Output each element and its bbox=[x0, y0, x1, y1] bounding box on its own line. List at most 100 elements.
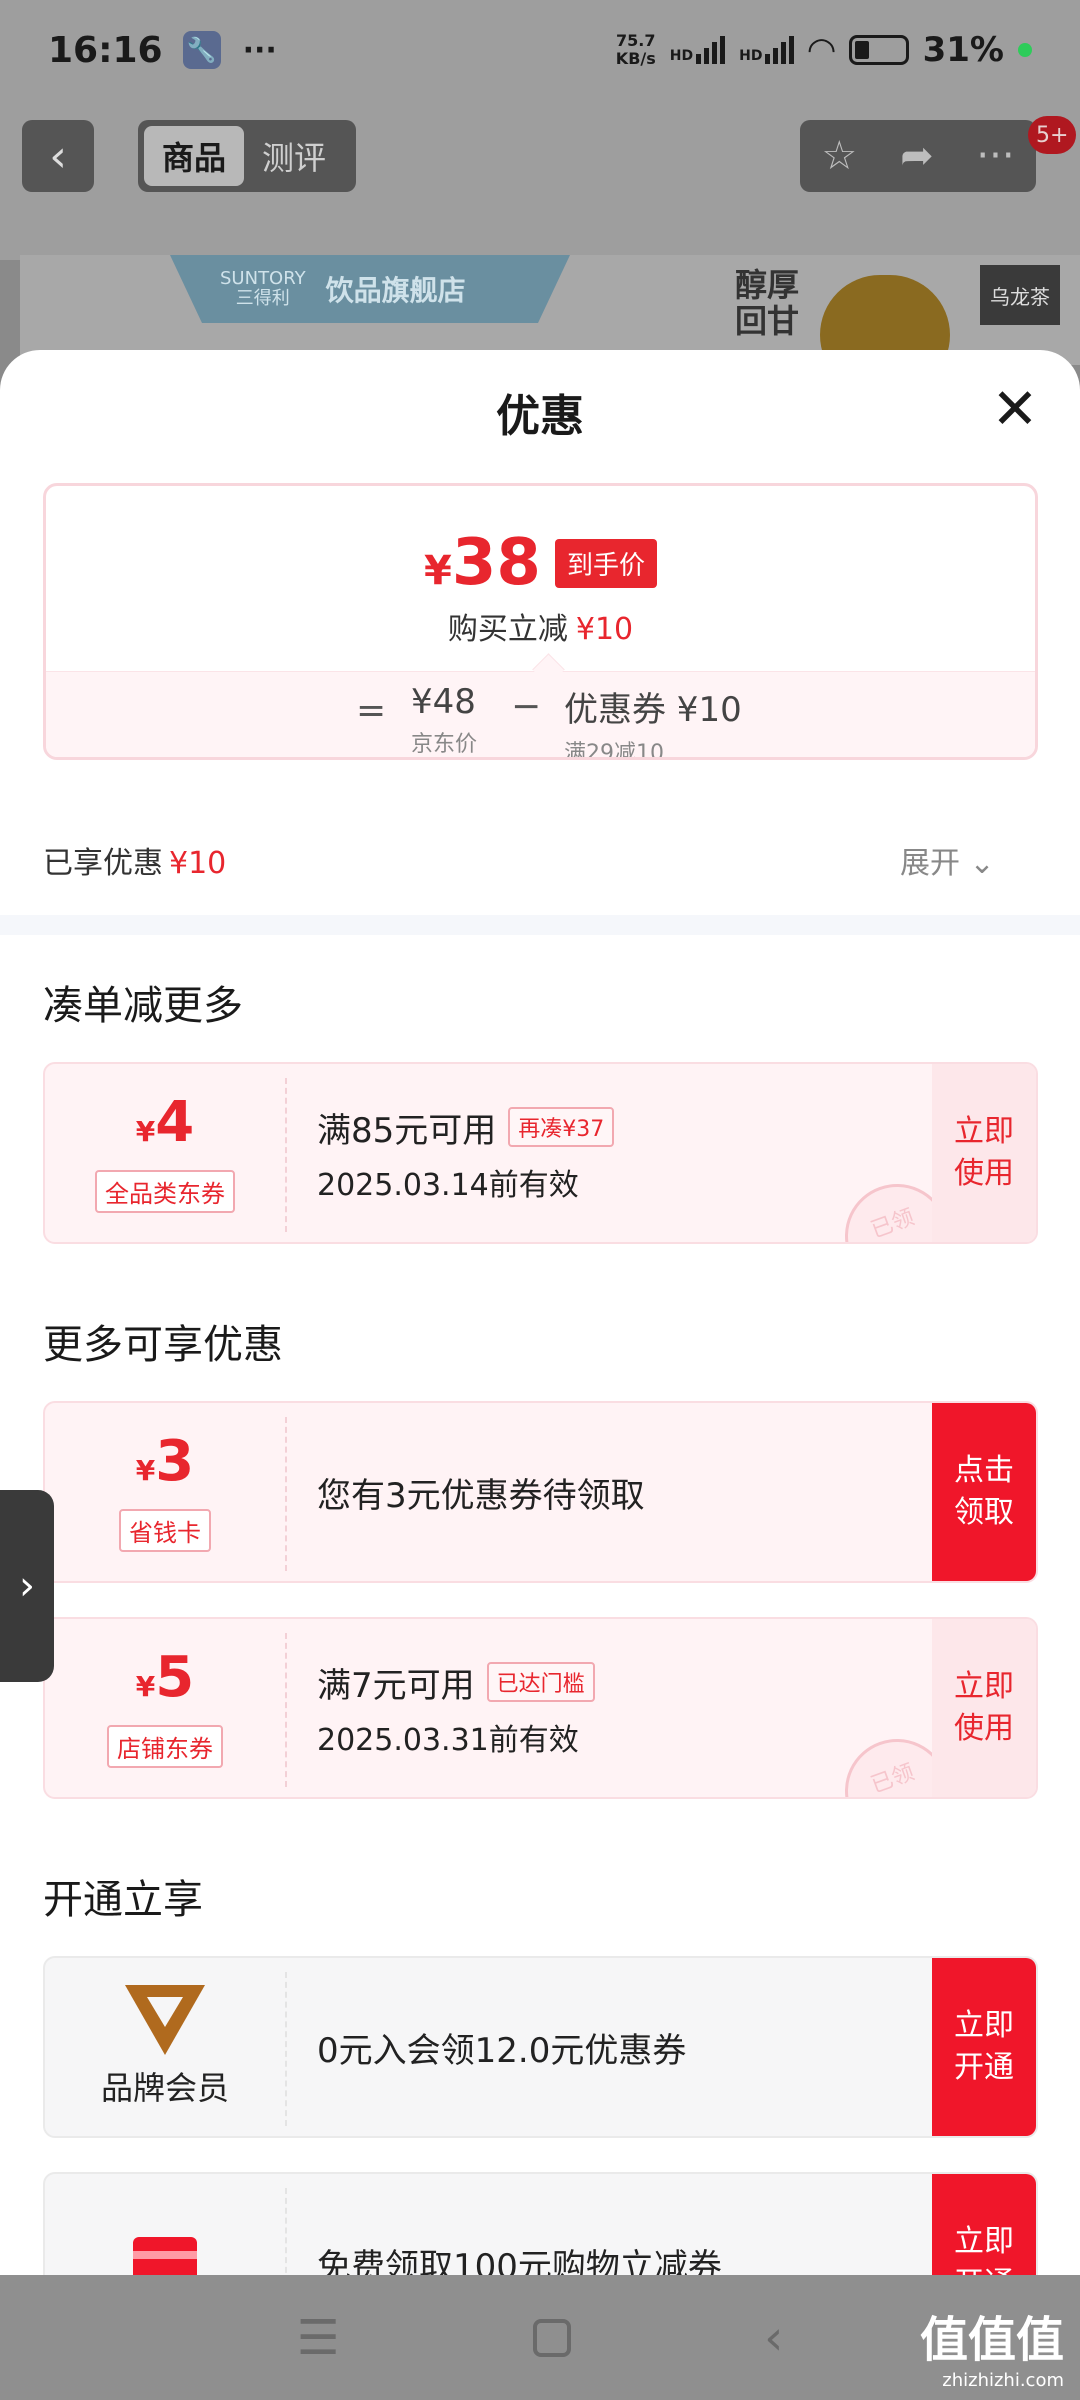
coupon-amount-value: 5 bbox=[155, 1645, 195, 1710]
net-speed-value: 75.7 bbox=[616, 31, 656, 50]
privacy-indicator-dot bbox=[1018, 43, 1032, 57]
chevron-right-icon: › bbox=[19, 1563, 35, 1609]
star-icon[interactable]: ☆ bbox=[821, 133, 857, 179]
membership-logo-block bbox=[45, 2174, 285, 2275]
watermark-url: zhizhizhi.com bbox=[942, 2370, 1065, 2391]
membership-offer: 免费领取100元购物立减券 bbox=[317, 2246, 722, 2276]
coupon-separator bbox=[285, 1633, 287, 1787]
coupon-info: 满7元可用 已达门槛 2025.03.31前有效 bbox=[317, 1619, 595, 1797]
membership-card: 免费领取100元购物立减券 立即开通 bbox=[43, 2172, 1038, 2275]
back-button[interactable]: ‹ bbox=[22, 120, 94, 192]
share-icon[interactable]: ➦ bbox=[900, 133, 934, 179]
product-header: ‹ 商品 测评 ☆ ➦ ··· 5+ bbox=[0, 100, 1080, 260]
coupon-value: 优惠券 ¥10 bbox=[564, 690, 742, 730]
slogan-line1: 醇厚 bbox=[735, 266, 800, 304]
membership-label: 品牌会员 bbox=[100, 2069, 229, 2107]
coupon-currency: ¥ bbox=[135, 1670, 156, 1703]
status-right: 75.7 KB/s HD HD ◠ 31% bbox=[616, 30, 1032, 70]
coupon-card: ¥4 全品类东券 满85元可用 再凑¥37 2025.03.14前有效 已领 立即… bbox=[43, 1062, 1038, 1244]
tab-switcher: 商品 测评 bbox=[138, 120, 356, 192]
coupon-separator bbox=[285, 1972, 287, 2126]
coupon-amount: ¥4 bbox=[136, 1093, 194, 1162]
coupon-message: 您有3元优惠券待领取 bbox=[317, 1475, 645, 1516]
use-now-button[interactable]: 立即使用 bbox=[932, 1619, 1036, 1797]
coupon-separator bbox=[285, 1078, 287, 1232]
coupon-amount-block: ¥4 全品类东券 bbox=[45, 1064, 285, 1242]
enjoyed-label: 已享优惠 bbox=[43, 846, 163, 881]
coupon-rule: 满29减10 bbox=[564, 741, 664, 760]
jd-price-col: ¥48 京东价 bbox=[411, 682, 478, 757]
home-icon[interactable] bbox=[532, 2318, 571, 2357]
membership-info: 0元入会领12.0元优惠券 bbox=[317, 1958, 686, 2136]
section-title-membership: 开通立享 bbox=[43, 1877, 203, 1923]
expand-button[interactable]: 展开 ⌄ bbox=[900, 838, 995, 882]
menu-icon[interactable]: ☰ bbox=[297, 2310, 340, 2366]
wrench-icon: 🔧 bbox=[182, 31, 221, 69]
membership-card: 品牌会员 0元入会领12.0元优惠券 立即开通 bbox=[43, 1956, 1038, 2138]
instant-discount-value: ¥10 bbox=[575, 612, 634, 647]
section-title-add-on: 凑单减更多 bbox=[43, 983, 243, 1029]
enjoyed-value: ¥10 bbox=[169, 846, 227, 881]
coupon-info: 您有3元优惠券待领取 bbox=[317, 1403, 645, 1581]
signal-icon-2: HD bbox=[739, 36, 795, 64]
coupon-card: ¥3 省钱卡 您有3元优惠券待领取 点击领取 bbox=[43, 1401, 1038, 1583]
store-banner: SUNTORY 三得利 饮品旗舰店 醇厚 回甘 乌龙茶 bbox=[20, 255, 1080, 365]
join-now-button[interactable]: 立即开通 bbox=[932, 2174, 1036, 2275]
more-icon[interactable]: ··· bbox=[976, 133, 1014, 179]
wifi-icon: ◠ bbox=[808, 30, 835, 70]
credit-card-icon bbox=[133, 2237, 197, 2275]
brand-member-icon bbox=[125, 1985, 205, 2055]
coupon-separator bbox=[285, 1417, 287, 1571]
coupon-condition-row: 满7元可用 已达门槛 bbox=[317, 1658, 595, 1707]
header-actions: ☆ ➦ ··· bbox=[800, 120, 1036, 192]
tab-review[interactable]: 测评 bbox=[244, 126, 344, 186]
coupon-tag: 已达门槛 bbox=[486, 1662, 595, 1702]
coupon-amount-value: 3 bbox=[155, 1429, 195, 1494]
chevron-left-icon: ‹ bbox=[49, 130, 67, 182]
side-expand-tab[interactable]: › bbox=[0, 1490, 54, 1682]
final-price-value: 38 bbox=[451, 526, 541, 600]
sheet-title: 优惠 bbox=[496, 391, 584, 442]
hd-label: HD bbox=[669, 48, 694, 64]
tab-product[interactable]: 商品 bbox=[144, 126, 244, 186]
battery-icon bbox=[848, 35, 909, 65]
message-badge: 5+ bbox=[1028, 116, 1077, 154]
price-summary: ¥38 到手价 购买立减 ¥10 = ¥48 京东价 − 优惠券 ¥10 满29减… bbox=[43, 483, 1038, 760]
membership-logo-block: 品牌会员 bbox=[45, 1958, 285, 2136]
section-title-more-offers: 更多可享优惠 bbox=[43, 1322, 283, 1368]
instant-discount: 购买立减 ¥10 bbox=[46, 604, 1035, 648]
watermark-logo: 值值值 bbox=[920, 2312, 1065, 2368]
claim-button[interactable]: 点击领取 bbox=[932, 1403, 1036, 1581]
membership-info: 免费领取100元购物立减券 bbox=[317, 2174, 722, 2276]
coupon-col: 优惠券 ¥10 满29减10 bbox=[564, 682, 742, 760]
net-speed: 75.7 KB/s bbox=[616, 32, 656, 68]
coupon-card: ¥5 店铺东券 满7元可用 已达门槛 2025.03.31前有效 已领 立即使用 bbox=[43, 1617, 1038, 1799]
brand-logo: SUNTORY 三得利 bbox=[220, 269, 306, 309]
coupon-currency: ¥ bbox=[135, 1454, 156, 1487]
status-dots: ··· bbox=[242, 32, 277, 68]
coupon-condition: 满85元可用 bbox=[317, 1110, 497, 1151]
join-now-button[interactable]: 立即开通 bbox=[932, 1958, 1036, 2136]
section-divider bbox=[0, 915, 1080, 935]
final-price-label: 到手价 bbox=[554, 538, 657, 588]
coupon-expiry: 2025.03.31前有效 bbox=[317, 1722, 579, 1758]
jd-price-label: 京东价 bbox=[411, 732, 478, 757]
coupon-type: 全品类东券 bbox=[95, 1170, 235, 1213]
slogan-line2: 回甘 bbox=[735, 302, 800, 340]
instant-discount-label: 购买立减 bbox=[447, 612, 568, 647]
net-speed-unit: KB/s bbox=[615, 49, 656, 68]
brand-cn: 三得利 bbox=[235, 288, 290, 309]
coupon-tag: 再凑¥37 bbox=[508, 1107, 615, 1147]
back-icon[interactable]: ‹ bbox=[764, 2310, 783, 2366]
close-icon[interactable]: ✕ bbox=[985, 380, 1045, 440]
minus-sign: − bbox=[511, 686, 542, 727]
use-now-button[interactable]: 立即使用 bbox=[932, 1064, 1036, 1242]
final-price-row: ¥38 到手价 bbox=[46, 526, 1035, 600]
store-name-banner: SUNTORY 三得利 饮品旗舰店 bbox=[170, 255, 570, 323]
final-price-currency: ¥ bbox=[424, 548, 452, 594]
store-name: 饮品旗舰店 bbox=[325, 274, 466, 307]
brand-en: SUNTORY bbox=[220, 268, 306, 289]
signal-icon: HD bbox=[669, 36, 726, 64]
coupon-condition: 满7元可用 bbox=[317, 1665, 475, 1706]
banner-slogan: 醇厚 回甘 bbox=[735, 267, 799, 339]
